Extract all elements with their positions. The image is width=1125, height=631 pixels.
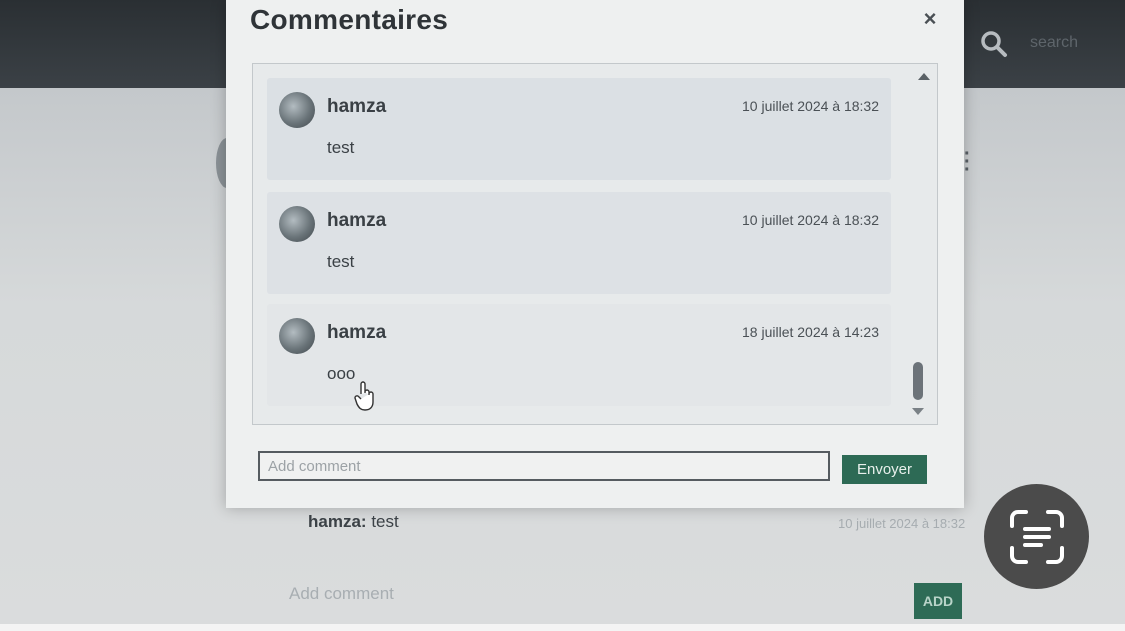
comment-date: 18 juillet 2024 à 14:23 xyxy=(742,324,879,340)
avatar xyxy=(279,318,315,354)
hand-cursor-icon xyxy=(354,380,376,412)
close-icon[interactable]: × xyxy=(918,6,942,31)
comment-item: hamza 10 juillet 2024 à 18:32 test xyxy=(267,78,891,180)
comment-item: hamza 10 juillet 2024 à 18:32 test xyxy=(267,192,891,294)
text-scan-button[interactable] xyxy=(984,484,1089,589)
background-add-comment-input[interactable]: Add comment xyxy=(289,584,394,604)
background-comment-author: hamza: xyxy=(308,512,367,531)
background-comment-date: 10 juillet 2024 à 18:32 xyxy=(838,516,966,531)
text-scan-icon xyxy=(1009,509,1064,564)
comment-text: test xyxy=(327,138,355,157)
comment-author: hamza xyxy=(327,96,387,117)
comment-date: 10 juillet 2024 à 18:32 xyxy=(742,98,879,114)
avatar xyxy=(279,206,315,242)
kebab-menu-icon[interactable]: · · · xyxy=(964,144,974,180)
comments-list[interactable]: hamza 10 juillet 2024 à 18:32 test hamza… xyxy=(252,63,938,425)
avatar xyxy=(279,92,315,128)
background-comment-text: test xyxy=(371,512,399,531)
comment-author: hamza xyxy=(327,322,387,343)
scrollbar-thumb[interactable] xyxy=(913,362,923,400)
background-comment: hamza: test xyxy=(308,512,399,532)
comment-input[interactable] xyxy=(258,451,830,481)
comment-text: test xyxy=(327,252,355,271)
comment-author: hamza xyxy=(327,210,387,231)
background-add-button[interactable]: ADD xyxy=(914,583,962,619)
screen-bottom-edge xyxy=(0,624,1125,631)
scroll-down-arrow-icon[interactable] xyxy=(912,408,924,415)
comment-text: ooo xyxy=(327,364,356,383)
scroll-up-arrow-icon[interactable] xyxy=(918,73,930,80)
search-icon[interactable] xyxy=(980,30,1008,58)
comment-date: 10 juillet 2024 à 18:32 xyxy=(742,212,879,228)
send-button[interactable]: Envoyer xyxy=(842,455,927,484)
search-input[interactable]: search xyxy=(1030,34,1078,52)
comments-modal: Commentaires × hamza 10 juillet 2024 à 1… xyxy=(226,0,964,508)
modal-title: Commentaires xyxy=(250,4,449,35)
